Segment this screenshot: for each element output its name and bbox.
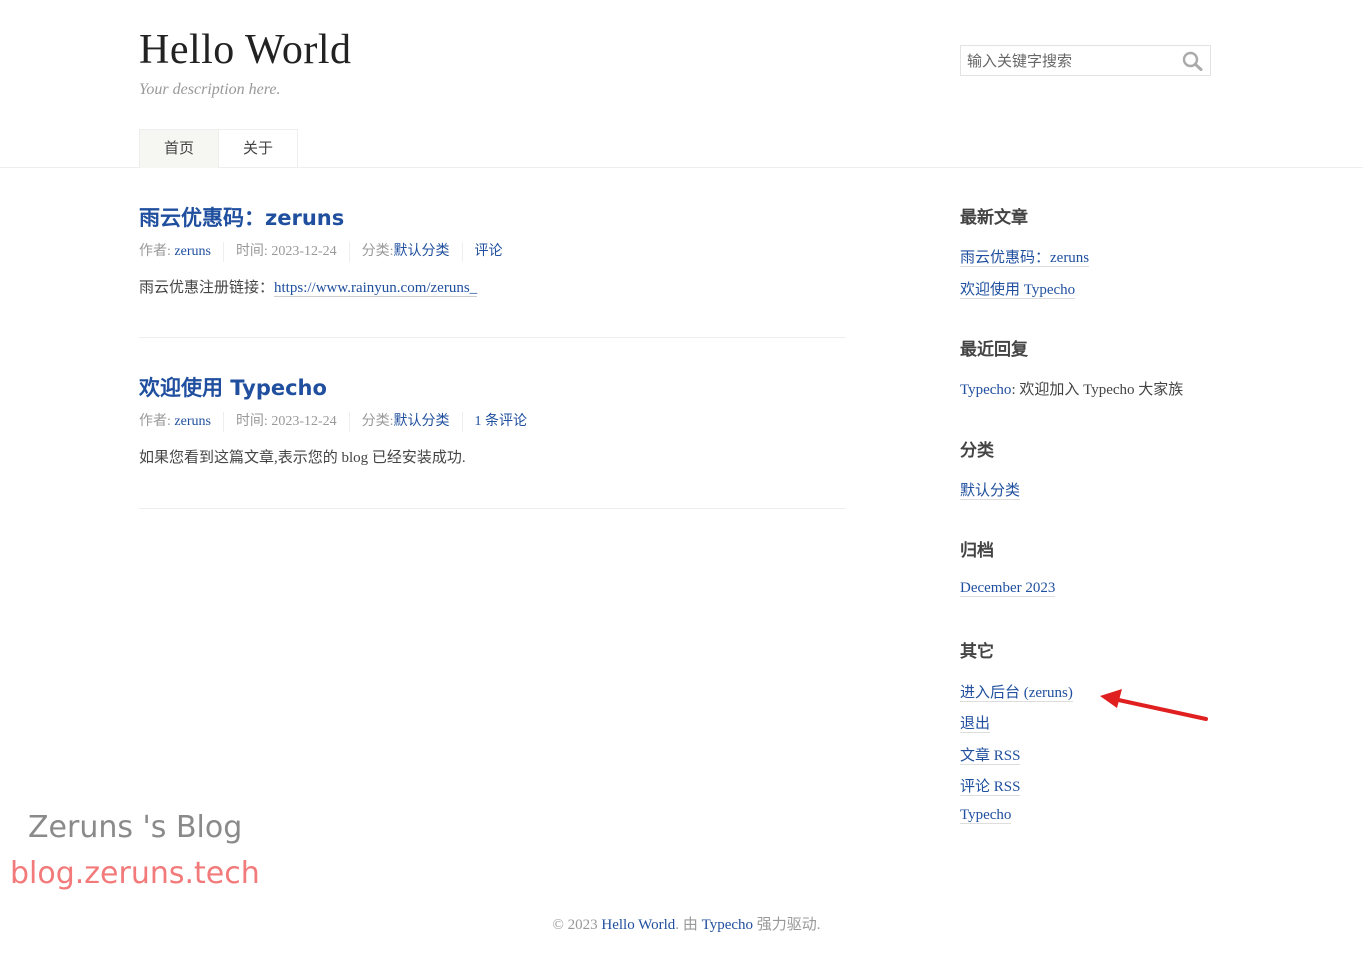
post-text: 雨云优惠注册链接： <box>139 280 275 296</box>
post-item: 欢迎使用 Typecho 作者: zeruns 时间: 2023-12-24 分… <box>139 372 846 509</box>
other-item: Typecho <box>960 807 1012 824</box>
search-input[interactable] <box>961 46 1176 75</box>
time-value: 2023-12-24 <box>271 244 337 259</box>
post-category: 分类:默认分类 <box>348 412 462 432</box>
comment-text: : 欢迎加入 Typecho 大家族 <box>1011 382 1184 398</box>
posts-rss-link[interactable]: 文章 RSS <box>960 748 1021 765</box>
category-label: 分类: <box>361 244 394 259</box>
post-comments: 1 条评论 <box>461 412 540 432</box>
category-item: 默认分类 <box>960 479 1021 500</box>
category-link[interactable]: 默认分类 <box>960 483 1021 500</box>
post-content: 如果您看到这篇文章,表示您的 blog 已经安装成功. <box>139 446 466 467</box>
site-title[interactable]: Hello World <box>139 26 352 74</box>
widget-title-categories: 分类 <box>960 441 994 461</box>
recent-post-link[interactable]: 欢迎使用 Typecho <box>960 282 1076 299</box>
post-title[interactable]: 欢迎使用 Typecho <box>139 372 327 402</box>
logout-link[interactable]: 退出 <box>960 716 991 733</box>
site-header: Hello World Your description here. 首页 关于 <box>0 0 1363 168</box>
category-link[interactable]: 默认分类 <box>394 414 450 429</box>
author-link[interactable]: zeruns <box>174 414 211 429</box>
annotation-arrow-icon <box>1100 689 1208 721</box>
time-label: 时间: <box>235 244 268 259</box>
post-title[interactable]: 雨云优惠码：zeruns <box>139 202 344 232</box>
archive-link[interactable]: December 2023 <box>960 580 1056 597</box>
widget-title-archives: 归档 <box>960 541 994 561</box>
watermark-url: blog.zeruns.tech <box>10 856 260 891</box>
post-meta: 作者: zeruns 时间: 2023-12-24 分类:默认分类 评论 <box>139 242 515 262</box>
post-link[interactable]: https://www.rainyun.com/zeruns_ <box>274 280 478 297</box>
recent-post-link[interactable]: 雨云优惠码：zeruns <box>960 250 1090 267</box>
post-text: 如果您看到这篇文章,表示您的 blog 已经安装成功. <box>139 450 466 466</box>
post-time: 时间: 2023-12-24 <box>222 412 349 432</box>
main-nav: 首页 关于 <box>139 129 299 168</box>
post-author: 作者: zeruns <box>139 242 223 262</box>
watermark-name: Zeruns 's Blog <box>28 810 243 845</box>
nav-item-about[interactable]: 关于 <box>219 129 299 168</box>
comment-author-link[interactable]: Typecho <box>960 382 1011 398</box>
footer-site-link[interactable]: Hello World <box>601 917 675 933</box>
footer-middle: . 由 <box>675 917 702 933</box>
other-item: 退出 <box>960 712 991 733</box>
site-description: Your description here. <box>139 81 281 98</box>
admin-link[interactable]: 进入后台 (zeruns) <box>960 685 1073 702</box>
comments-rss-link[interactable]: 评论 RSS <box>960 779 1021 796</box>
comments-link[interactable]: 1 条评论 <box>475 414 528 429</box>
nav-item-home[interactable]: 首页 <box>139 129 220 168</box>
site-footer: © 2023 Hello World. 由 Typecho 强力驱动. <box>0 913 1363 934</box>
footer-copyright: © 2023 <box>552 917 602 933</box>
footer-typecho-link[interactable]: Typecho <box>702 917 753 933</box>
search-icon <box>1182 51 1203 71</box>
widget-title-recent-posts: 最新文章 <box>960 208 1028 228</box>
post-meta: 作者: zeruns 时间: 2023-12-24 分类:默认分类 1 条评论 <box>139 412 539 432</box>
recent-post-item: 雨云优惠码：zeruns <box>960 246 1090 267</box>
typecho-link[interactable]: Typecho <box>960 807 1012 824</box>
recent-comment-item: Typecho: 欢迎加入 Typecho 大家族 <box>960 378 1183 399</box>
author-link[interactable]: zeruns <box>174 244 211 259</box>
widget-title-other: 其它 <box>960 642 994 662</box>
comments-link[interactable]: 评论 <box>475 244 503 259</box>
post-time: 时间: 2023-12-24 <box>222 242 349 262</box>
category-label: 分类: <box>361 414 394 429</box>
category-link[interactable]: 默认分类 <box>394 244 450 259</box>
widget-title-recent-comments: 最近回复 <box>960 340 1028 360</box>
time-label: 时间: <box>235 414 268 429</box>
post-comments: 评论 <box>461 242 515 262</box>
post-item: 雨云优惠码：zeruns 作者: zeruns 时间: 2023-12-24 分… <box>139 202 846 338</box>
other-item: 进入后台 (zeruns) <box>960 681 1073 702</box>
post-content: 雨云优惠注册链接：https://www.rainyun.com/zeruns_ <box>139 276 478 297</box>
author-label: 作者: <box>139 244 171 259</box>
recent-post-item: 欢迎使用 Typecho <box>960 278 1076 299</box>
archive-item: December 2023 <box>960 580 1056 597</box>
search-button[interactable] <box>1182 51 1204 71</box>
post-author: 作者: zeruns <box>139 412 223 432</box>
other-item: 文章 RSS <box>960 744 1021 765</box>
other-item: 评论 RSS <box>960 775 1021 796</box>
footer-end: 强力驱动. <box>753 917 821 933</box>
post-category: 分类:默认分类 <box>348 242 462 262</box>
author-label: 作者: <box>139 414 171 429</box>
search-form <box>960 45 1211 76</box>
time-value: 2023-12-24 <box>271 414 337 429</box>
